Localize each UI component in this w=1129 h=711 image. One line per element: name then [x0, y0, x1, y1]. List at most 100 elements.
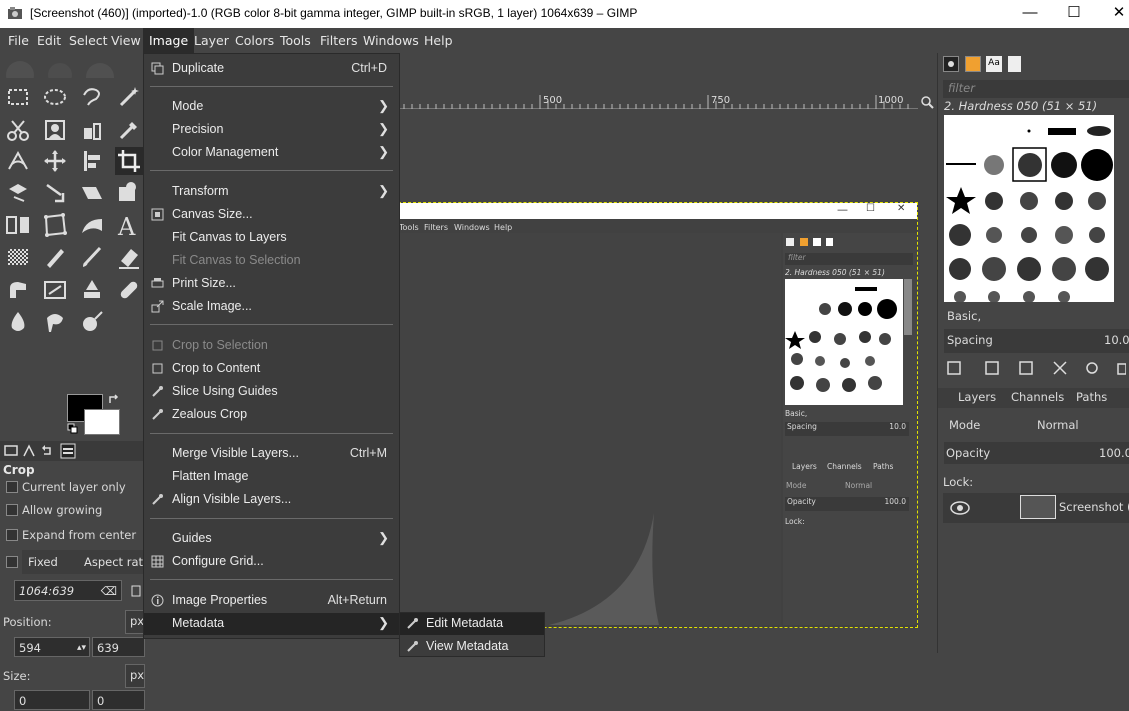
menu-edit[interactable]: Edit [31, 28, 67, 53]
menu-item-scale-image[interactable]: Scale Image... [144, 296, 399, 318]
align-tool-icon[interactable] [78, 147, 106, 175]
size-unit-dropdown[interactable]: px [125, 664, 145, 688]
text-tool-icon[interactable]: A [115, 211, 143, 241]
menu-image[interactable]: Image [143, 28, 195, 53]
measure-tool-icon[interactable] [4, 147, 32, 175]
menu-item-merge-visible[interactable]: Merge Visible Layers... Ctrl+M [144, 443, 399, 465]
menu-help[interactable]: Help [418, 28, 459, 53]
free-select-tool-icon[interactable] [78, 83, 106, 111]
document-history-tab-icon[interactable] [1008, 56, 1021, 72]
portrait-landscape-icon[interactable] [130, 585, 142, 597]
aspect-ratio-input[interactable]: 1064:639 ⌫ [14, 580, 122, 601]
current-layer-only-checkbox[interactable] [6, 481, 18, 493]
allow-growing-checkbox[interactable] [6, 504, 18, 516]
menu-item-align-visible[interactable]: Align Visible Layers... [144, 489, 399, 511]
menu-item-configure-grid[interactable]: Configure Grid... [144, 551, 399, 573]
menu-windows[interactable]: Windows [357, 28, 425, 53]
undo-history-tab-icon[interactable] [40, 444, 54, 458]
paths-tool-icon[interactable] [78, 116, 106, 144]
zoom-icon[interactable] [921, 96, 934, 109]
brush-grid[interactable] [944, 115, 1114, 303]
device-status-tab-icon[interactable] [22, 444, 36, 458]
patterns-tab-icon[interactable] [965, 56, 981, 72]
menu-item-edit-metadata[interactable]: Edit Metadata [400, 613, 544, 635]
ink-tool-icon[interactable] [41, 276, 69, 304]
airbrush-tool-icon[interactable] [4, 276, 32, 304]
menu-item-view-metadata[interactable]: View Metadata [400, 636, 544, 658]
menu-file[interactable]: File [2, 28, 35, 53]
maximize-button[interactable]: ☐ [1059, 4, 1089, 24]
menu-item-color-management[interactable]: Color Management ❯ [144, 142, 399, 164]
position-x-input[interactable]: 594 ▴▾ [14, 637, 90, 657]
foreground-select-tool-icon[interactable] [41, 116, 69, 144]
cage-tool-icon[interactable] [41, 211, 69, 239]
warp-tool-icon[interactable] [41, 179, 69, 207]
clone-tool-icon[interactable] [78, 276, 106, 304]
menu-view[interactable]: View [105, 28, 147, 53]
mode-dropdown[interactable]: Normal [1033, 413, 1093, 435]
position-y-input[interactable]: 639 [92, 637, 145, 657]
menu-layer[interactable]: Layer [188, 28, 235, 53]
opacity-slider[interactable]: Opacity 100.0 [944, 442, 1129, 464]
eye-visibility-icon[interactable] [949, 498, 971, 518]
fonts-tab-icon[interactable]: Aa [986, 56, 1002, 72]
blur-tool-icon[interactable] [4, 308, 32, 336]
size-h-input[interactable]: 0 [92, 690, 145, 710]
crop-tool-icon[interactable] [115, 147, 143, 175]
menu-colors[interactable]: Colors [229, 28, 280, 53]
eraser-tool-icon[interactable] [115, 243, 143, 271]
layer-row[interactable]: Screenshot (46 [943, 493, 1129, 523]
images-tab-icon[interactable] [60, 443, 76, 459]
heal-tool-icon[interactable] [115, 276, 143, 304]
smudge-warp-icon[interactable] [78, 211, 106, 239]
clear-field-icon[interactable]: ⌫ [101, 581, 117, 601]
menu-item-image-properties[interactable]: Image Properties Alt+Return [144, 590, 399, 612]
brush-filter-input[interactable]: filter [943, 80, 1129, 98]
minimize-button[interactable]: — [1015, 4, 1045, 24]
gradient-tool-icon[interactable] [4, 243, 32, 271]
menu-item-metadata[interactable]: Metadata ❯ [144, 613, 399, 635]
reset-colors-icon[interactable] [67, 423, 79, 435]
scissors-tool-icon[interactable] [4, 116, 32, 144]
tab-layers[interactable]: Layers [958, 390, 996, 404]
fixed-aspect-dropdown[interactable]: Fixed Aspect ratio [22, 550, 153, 574]
move-tool-icon[interactable] [41, 147, 69, 175]
menu-item-crop-content[interactable]: Crop to Content [144, 358, 399, 380]
menu-item-canvas-size[interactable]: Canvas Size... [144, 204, 399, 226]
tab-paths[interactable]: Paths [1076, 390, 1107, 404]
menu-tools[interactable]: Tools [274, 28, 317, 53]
menu-item-print-size[interactable]: Print Size... [144, 273, 399, 295]
smudge-tool-icon[interactable] [41, 308, 69, 336]
fuzzy-select-tool-icon[interactable] [115, 83, 143, 111]
spacing-slider[interactable]: Spacing 10.0 [944, 329, 1129, 353]
size-w-input[interactable]: 0 [14, 690, 90, 710]
brushes-tab-icon[interactable] [943, 56, 959, 72]
paintbrush-tool-icon[interactable] [78, 243, 106, 271]
brush-action-icons[interactable] [946, 360, 1126, 376]
pencil-tool-icon[interactable] [41, 243, 69, 271]
perspective-tool-icon[interactable] [78, 179, 106, 207]
color-picker-tool-icon[interactable] [115, 116, 143, 144]
cage-transform-tool-icon[interactable] [115, 179, 143, 207]
ellipse-select-tool-icon[interactable] [41, 83, 69, 111]
expand-from-center-checkbox[interactable] [6, 529, 18, 541]
menu-item-zealous-crop[interactable]: Zealous Crop [144, 404, 399, 426]
menu-item-guides[interactable]: Guides ❯ [144, 528, 399, 550]
menu-item-flatten[interactable]: Flatten Image [144, 466, 399, 488]
image-canvas[interactable]: — ☐ ✕ Tools Filters Windows Help filter … [398, 202, 918, 628]
swap-colors-icon[interactable] [108, 394, 120, 406]
tab-channels[interactable]: Channels [1011, 390, 1064, 404]
position-unit-dropdown[interactable]: px [125, 610, 145, 634]
dodge-burn-tool-icon[interactable] [78, 308, 106, 336]
flip-tool-icon[interactable] [4, 211, 32, 239]
unified-transform-tool-icon[interactable] [4, 179, 32, 207]
close-button[interactable]: ✕ [1104, 4, 1129, 24]
background-color-swatch[interactable] [84, 409, 120, 435]
menu-item-slice-guides[interactable]: Slice Using Guides [144, 381, 399, 403]
rect-select-tool-icon[interactable] [4, 83, 32, 111]
menu-item-precision[interactable]: Precision ❯ [144, 119, 399, 141]
menu-item-duplicate[interactable]: Duplicate Ctrl+D [144, 58, 399, 80]
menu-item-transform[interactable]: Transform ❯ [144, 181, 399, 203]
menu-item-fit-canvas-layers[interactable]: Fit Canvas to Layers [144, 227, 399, 249]
tool-options-tab-icon[interactable] [4, 444, 18, 458]
